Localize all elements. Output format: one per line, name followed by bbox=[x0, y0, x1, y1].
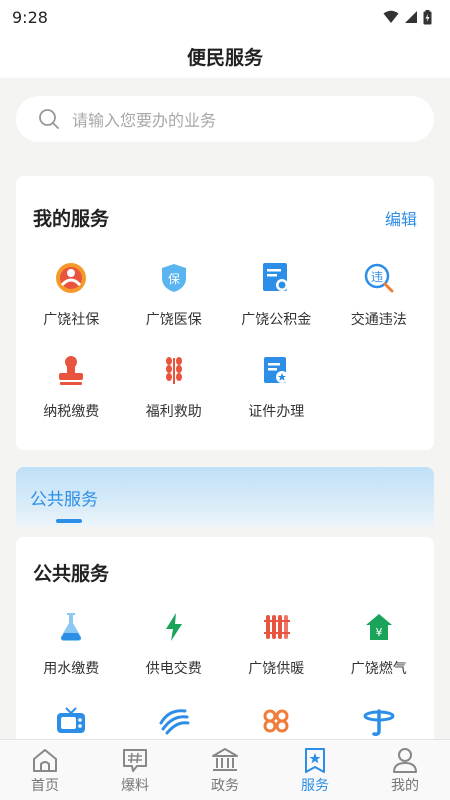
service-label: 福利救助 bbox=[145, 404, 202, 420]
search-input[interactable]: 请输入您要办的业务 bbox=[16, 96, 434, 142]
search-section: 请输入您要办的业务 bbox=[0, 78, 450, 146]
welfare-icon bbox=[155, 351, 193, 389]
china-mobile-icon bbox=[155, 702, 193, 740]
status-icons bbox=[383, 9, 432, 25]
status-time: 9:28 bbox=[12, 7, 48, 27]
bottom-navigation: 首页 爆料 政务 服务 我的 bbox=[0, 739, 450, 800]
service-label: 广饶供暖 bbox=[248, 661, 305, 677]
government-building-icon bbox=[212, 748, 238, 771]
nav-label: 爆料 bbox=[121, 778, 149, 794]
page-title: 便民服务 bbox=[186, 46, 263, 69]
tab-public-services[interactable]: 公共服务 bbox=[30, 485, 98, 510]
tax-stamp-icon bbox=[52, 351, 90, 389]
service-label: 用水缴费 bbox=[43, 661, 100, 677]
svg-text:保: 保 bbox=[168, 272, 180, 286]
signal-icon bbox=[405, 11, 417, 23]
nav-item-government[interactable]: 政务 bbox=[180, 740, 270, 800]
gas-house-icon: ¥ bbox=[360, 608, 398, 646]
service-item-china-mobile[interactable] bbox=[123, 702, 226, 740]
service-label: 广饶燃气 bbox=[350, 661, 407, 677]
service-item-housing-fund[interactable]: 广饶公积金 bbox=[225, 259, 328, 329]
certificate-icon bbox=[257, 351, 295, 389]
search-icon bbox=[39, 109, 59, 129]
service-item-traffic-violation[interactable]: 违 交通违法 bbox=[328, 259, 431, 329]
nav-label: 首页 bbox=[31, 778, 59, 794]
tab-indicator bbox=[56, 519, 82, 523]
service-item-china-telecom[interactable] bbox=[328, 702, 431, 740]
service-item-electricity[interactable]: 供电交费 bbox=[123, 608, 226, 678]
service-item-gas[interactable]: ¥ 广饶燃气 bbox=[328, 608, 431, 678]
medical-insurance-icon: 保 bbox=[155, 259, 193, 297]
service-item-heating[interactable]: 广饶供暖 bbox=[225, 608, 328, 678]
svg-text:¥: ¥ bbox=[375, 626, 382, 639]
nav-item-mine[interactable]: 我的 bbox=[360, 740, 450, 800]
battery-icon bbox=[423, 9, 432, 24]
service-item-certificate[interactable]: 证件办理 bbox=[225, 351, 328, 421]
nav-item-service[interactable]: 服务 bbox=[270, 740, 360, 800]
status-bar: 9:28 bbox=[0, 0, 450, 34]
service-label: 广饶公积金 bbox=[241, 312, 312, 328]
tv-icon bbox=[52, 702, 90, 740]
service-item-tax[interactable]: 纳税缴费 bbox=[20, 351, 123, 421]
nav-label: 政务 bbox=[211, 778, 239, 794]
nav-item-report[interactable]: 爆料 bbox=[90, 740, 180, 800]
nav-item-home[interactable]: 首页 bbox=[0, 740, 90, 800]
social-security-icon bbox=[52, 259, 90, 297]
service-item-china-unicom[interactable] bbox=[225, 702, 328, 740]
profile-icon bbox=[393, 748, 417, 773]
water-flask-icon bbox=[52, 608, 90, 646]
app-header: 便民服务 bbox=[0, 34, 450, 78]
svg-text:违: 违 bbox=[371, 270, 383, 284]
hashtag-chat-icon bbox=[123, 749, 147, 772]
lightning-icon bbox=[155, 608, 193, 646]
service-item-medical-insurance[interactable]: 保 广饶医保 bbox=[123, 259, 226, 329]
service-item-tv[interactable] bbox=[20, 702, 123, 740]
china-unicom-icon bbox=[257, 702, 295, 740]
service-label: 交通违法 bbox=[350, 312, 407, 328]
my-services-title: 我的服务 bbox=[33, 208, 110, 230]
housing-fund-icon bbox=[257, 259, 295, 297]
service-label: 证件办理 bbox=[248, 404, 305, 420]
service-item-welfare[interactable]: 福利救助 bbox=[123, 351, 226, 421]
my-services-grid: 广饶社保 保 广饶医保 广饶公积金 违 交通违法 纳税缴费 福利救助 证件办理 bbox=[16, 259, 434, 421]
service-item-social-security[interactable]: 广饶社保 bbox=[20, 259, 123, 329]
public-service-tabbar: 公共服务 bbox=[16, 467, 434, 527]
search-placeholder: 请输入您要办的业务 bbox=[72, 111, 217, 130]
service-label: 广饶医保 bbox=[145, 312, 202, 328]
service-label: 供电交费 bbox=[145, 661, 202, 677]
service-star-icon bbox=[305, 748, 325, 773]
public-services-grid: 用水缴费 供电交费 广饶供暖 ¥ 广饶燃气 bbox=[16, 608, 434, 740]
home-icon bbox=[33, 749, 57, 772]
wifi-icon bbox=[383, 10, 399, 23]
nav-label: 服务 bbox=[301, 778, 329, 794]
china-telecom-icon bbox=[360, 702, 398, 740]
public-services-title: 公共服务 bbox=[33, 563, 110, 585]
public-services-card: 公共服务 用水缴费 供电交费 广饶供暖 ¥ 广饶燃气 bbox=[16, 537, 434, 757]
traffic-violation-icon: 违 bbox=[360, 259, 398, 297]
service-label: 广饶社保 bbox=[43, 312, 100, 328]
edit-button[interactable]: 编辑 bbox=[385, 206, 417, 230]
nav-label: 我的 bbox=[391, 778, 419, 794]
my-services-card: 我的服务 编辑 广饶社保 保 广饶医保 广饶公积金 违 交通违法 纳税缴费 福利… bbox=[16, 176, 434, 450]
radiator-icon bbox=[257, 608, 295, 646]
service-label: 纳税缴费 bbox=[43, 404, 100, 420]
service-item-water[interactable]: 用水缴费 bbox=[20, 608, 123, 678]
